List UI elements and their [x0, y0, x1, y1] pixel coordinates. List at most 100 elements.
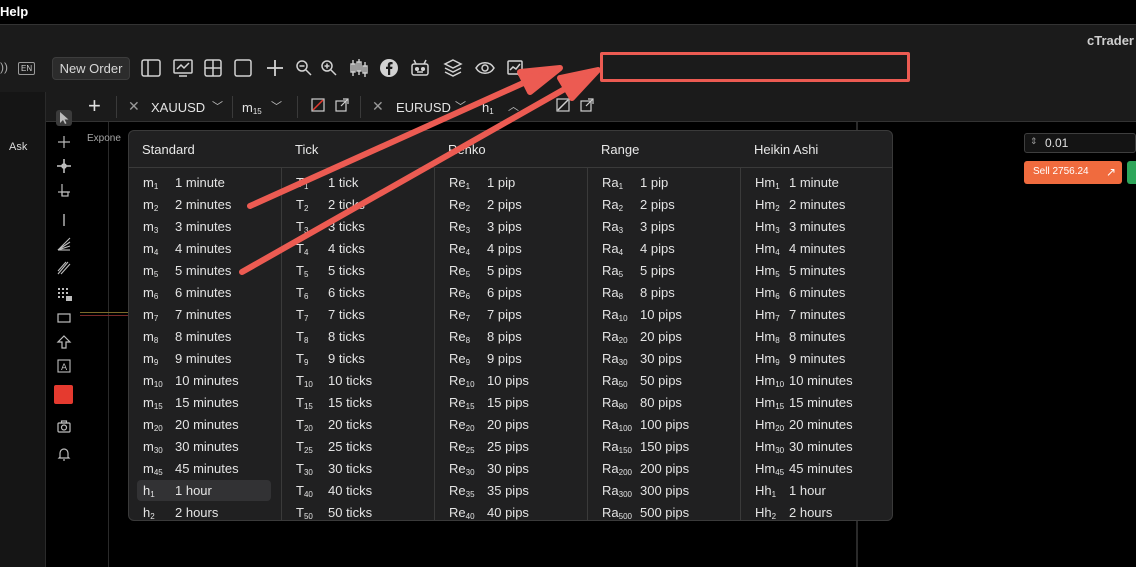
timeframe-option[interactable]: T9 9 ticks — [290, 348, 424, 369]
measure-icon[interactable] — [56, 182, 72, 198]
sell-button[interactable]: Sell 2756.24 ↗ — [1024, 161, 1122, 184]
timeframe-option[interactable]: Hm9 9 minutes — [749, 348, 883, 369]
layers-icon[interactable] — [441, 56, 465, 80]
add-icon[interactable] — [263, 56, 287, 80]
fib-fan-icon[interactable] — [56, 236, 72, 252]
rectangle-icon[interactable] — [56, 310, 72, 326]
chart-window-icon[interactable] — [171, 56, 195, 80]
timeframe-option[interactable]: m1 1 minute — [137, 172, 271, 193]
menu-help[interactable]: Help — [0, 4, 28, 19]
timeframe-option[interactable]: Re1 1 pip — [443, 172, 577, 193]
timeframe-option[interactable]: Hm5 5 minutes — [749, 260, 883, 281]
timeframe-option[interactable]: Re30 30 pips — [443, 458, 577, 479]
chevron-down-icon[interactable]: ﹀ — [212, 98, 223, 114]
timeframe-option[interactable]: Ra200 200 pips — [596, 458, 730, 479]
single-panel-icon[interactable] — [231, 56, 255, 80]
timeframe-option[interactable]: T2 2 ticks — [290, 194, 424, 215]
timeframe-option[interactable]: h2 2 hours — [137, 502, 271, 520]
timeframe-option[interactable]: Hm3 3 minutes — [749, 216, 883, 237]
pitchfork-icon[interactable] — [56, 260, 72, 276]
color-toggle-icon[interactable] — [311, 98, 325, 112]
chevron-up-icon[interactable]: ︿ — [508, 98, 519, 114]
timeframe-option[interactable]: Ra10 10 pips — [596, 304, 730, 325]
stepper-arrows-icon[interactable]: ⇕ — [1030, 136, 1038, 147]
timeframe-option[interactable]: Ra150 150 pips — [596, 436, 730, 457]
timeframe-option[interactable]: m7 7 minutes — [137, 304, 271, 325]
timeframe-option[interactable]: T7 7 ticks — [290, 304, 424, 325]
timeframe-option[interactable]: m2 2 minutes — [137, 194, 271, 215]
timeframe-option[interactable]: m10 10 minutes — [137, 370, 271, 391]
new-order-button[interactable]: New Order — [52, 57, 130, 80]
timeframe-option[interactable]: Re15 15 pips — [443, 392, 577, 413]
timeframe-option[interactable]: m4 4 minutes — [137, 238, 271, 259]
timeframe-option[interactable]: Hh2 2 hours — [749, 502, 883, 520]
eye-icon[interactable] — [473, 56, 497, 80]
timeframe-option[interactable]: Ra5 5 pips — [596, 260, 730, 281]
timeframe-option[interactable]: Ra100 100 pips — [596, 414, 730, 435]
color-toggle-icon[interactable] — [556, 98, 570, 112]
zoom-out-icon[interactable] — [292, 56, 316, 80]
timeframe-option[interactable]: Re7 7 pips — [443, 304, 577, 325]
vertical-line-icon[interactable] — [56, 212, 72, 228]
facebook-icon[interactable] — [377, 56, 401, 80]
grid-tool-icon[interactable] — [56, 286, 72, 302]
timeframe-option[interactable]: T40 40 ticks — [290, 480, 424, 501]
timeframe-option[interactable]: T20 20 ticks — [290, 414, 424, 435]
timeframe-option[interactable]: Hm1 1 minute — [749, 172, 883, 193]
timeframe-option[interactable]: T5 5 ticks — [290, 260, 424, 281]
drawing-color-swatch[interactable] — [54, 385, 73, 404]
timeframe-option[interactable]: Ra2 2 pips — [596, 194, 730, 215]
timeframe-option[interactable]: Ra300 300 pips — [596, 480, 730, 501]
timeframe-option[interactable]: T50 50 ticks — [290, 502, 424, 520]
timeframe-option[interactable]: m8 8 minutes — [137, 326, 271, 347]
timeframe-option[interactable]: Re6 6 pips — [443, 282, 577, 303]
timeframe-option[interactable]: Re40 40 pips — [443, 502, 577, 520]
timeframe-option[interactable]: Re8 8 pips — [443, 326, 577, 347]
timeframe-option[interactable]: m30 30 minutes — [137, 436, 271, 457]
timeframe-option[interactable]: Re4 4 pips — [443, 238, 577, 259]
buy-button[interactable] — [1127, 161, 1136, 184]
robot-icon[interactable] — [408, 56, 432, 80]
detach-icon[interactable] — [335, 98, 349, 112]
tab-timeframe-h1[interactable]: h1 — [482, 100, 494, 116]
timeframe-option[interactable]: T8 8 ticks — [290, 326, 424, 347]
timeframe-option[interactable]: Re10 10 pips — [443, 370, 577, 391]
timeframe-option[interactable]: Hm4 4 minutes — [749, 238, 883, 259]
timeframe-option[interactable]: Hm8 8 minutes — [749, 326, 883, 347]
timeframe-option[interactable]: Re20 20 pips — [443, 414, 577, 435]
quantity-stepper[interactable]: ⇕ 0.01 — [1024, 133, 1136, 153]
close-tab-icon[interactable]: ✕ — [372, 98, 384, 115]
layout-single-icon[interactable] — [139, 56, 163, 80]
language-badge[interactable]: EN — [18, 62, 36, 75]
close-tab-icon[interactable]: ✕ — [128, 98, 140, 115]
chart-settings-icon[interactable] — [504, 56, 528, 80]
timeframe-option[interactable]: Ra1 1 pip — [596, 172, 730, 193]
timeframe-option[interactable]: T6 6 ticks — [290, 282, 424, 303]
zoom-in-icon[interactable] — [317, 56, 341, 80]
timeframe-option[interactable]: Ra80 80 pips — [596, 392, 730, 413]
timeframe-option[interactable]: Re3 3 pips — [443, 216, 577, 237]
cursor-icon[interactable] — [56, 110, 72, 126]
timeframe-option[interactable]: Ra8 8 pips — [596, 282, 730, 303]
timeframe-option[interactable]: m3 3 minutes — [137, 216, 271, 237]
timeframe-option[interactable]: m45 45 minutes — [137, 458, 271, 479]
timeframe-option[interactable]: m20 20 minutes — [137, 414, 271, 435]
timeframe-option[interactable]: Hm10 10 minutes — [749, 370, 883, 391]
timeframe-option[interactable]: T25 25 ticks — [290, 436, 424, 457]
timeframe-option[interactable]: Re25 25 pips — [443, 436, 577, 457]
candlestick-icon[interactable] — [347, 56, 371, 80]
timeframe-option[interactable]: h1 1 hour — [137, 480, 271, 501]
timeframe-option[interactable]: Re2 2 pips — [443, 194, 577, 215]
chevron-down-icon[interactable]: ﹀ — [271, 98, 282, 114]
timeframe-option[interactable]: Hm15 15 minutes — [749, 392, 883, 413]
timeframe-option[interactable]: m9 9 minutes — [137, 348, 271, 369]
timeframe-option[interactable]: Ra3 3 pips — [596, 216, 730, 237]
timeframe-option[interactable]: T30 30 ticks — [290, 458, 424, 479]
timeframe-option[interactable]: T1 1 tick — [290, 172, 424, 193]
grid-layout-icon[interactable] — [201, 56, 225, 80]
timeframe-option[interactable]: Hm45 45 minutes — [749, 458, 883, 479]
timeframe-option[interactable]: Re5 5 pips — [443, 260, 577, 281]
timeframe-option[interactable]: Ra4 4 pips — [596, 238, 730, 259]
text-tool-icon[interactable]: A — [56, 358, 72, 374]
timeframe-option[interactable]: T3 3 ticks — [290, 216, 424, 237]
